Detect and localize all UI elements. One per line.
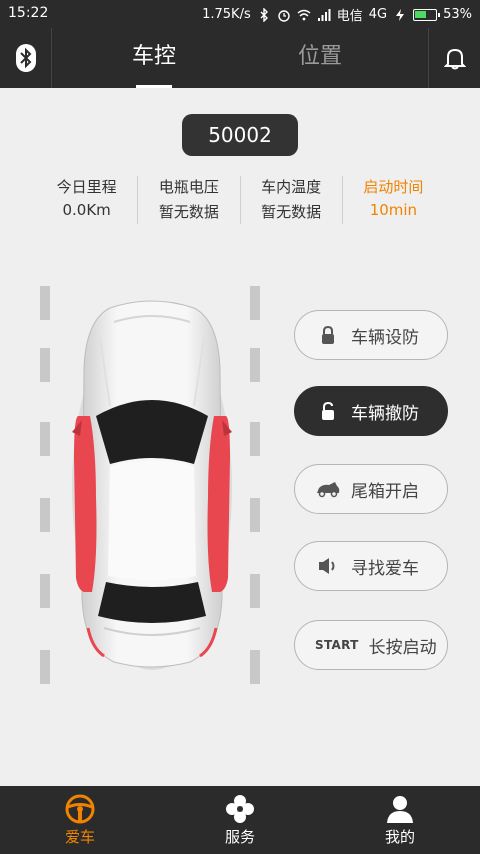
stat-start-time[interactable]: 启动时间 10min bbox=[343, 176, 444, 224]
horn-icon bbox=[315, 555, 341, 577]
bell-icon bbox=[443, 48, 466, 70]
stat-label: 车内温度 bbox=[261, 178, 322, 196]
stat-mileage: 今日里程 0.0Km bbox=[36, 176, 139, 224]
stat-label: 今日里程 bbox=[56, 178, 117, 196]
arm-vehicle-button[interactable]: 车辆设防 bbox=[294, 310, 448, 360]
wifi-icon bbox=[297, 9, 311, 20]
status-time: 15:22 bbox=[8, 5, 49, 21]
services-icon bbox=[160, 792, 320, 826]
stat-label: 启动时间 bbox=[363, 178, 424, 196]
nav-item-my-car[interactable]: 爱车 bbox=[0, 786, 160, 854]
find-car-label: 寻找爱车 bbox=[351, 558, 419, 579]
charging-icon bbox=[396, 8, 405, 21]
nav-label: 我的 bbox=[384, 828, 415, 846]
open-trunk-label: 尾箱开启 bbox=[351, 481, 419, 502]
network-speed: 1.75K/s bbox=[202, 7, 251, 22]
status-right: 1.75K/s 电信 4G 53% bbox=[202, 5, 472, 24]
tab-vehicle-control[interactable]: 车控 bbox=[94, 28, 214, 88]
unlock-icon bbox=[315, 400, 341, 422]
stat-value: 0.0Km bbox=[62, 201, 111, 219]
remote-start-button[interactable]: START 长按启动 bbox=[294, 620, 448, 670]
nav-item-services[interactable]: 服务 bbox=[160, 786, 320, 854]
vehicle-plate[interactable]: 50002 bbox=[182, 114, 298, 156]
top-bar: 车控 位置 bbox=[0, 28, 480, 88]
carrier: 电信 bbox=[336, 9, 363, 24]
stat-cabin-temperature: 车内温度 暂无数据 bbox=[241, 176, 343, 224]
battery-icon bbox=[413, 8, 441, 21]
battery-level: 53% bbox=[443, 7, 472, 22]
stat-value: 暂无数据 bbox=[158, 203, 219, 221]
remote-start-label: 长按启动 bbox=[368, 637, 437, 658]
bluetooth-status-icon bbox=[260, 7, 268, 22]
start-tag: START bbox=[315, 638, 359, 652]
find-car-button[interactable]: 寻找爱车 bbox=[294, 541, 448, 591]
lane-marking-right bbox=[250, 286, 260, 706]
user-icon bbox=[320, 792, 480, 826]
bottom-nav: 爱车 服务 我的 bbox=[0, 786, 480, 854]
alarm-icon bbox=[278, 9, 290, 22]
car-trunk-icon bbox=[315, 478, 341, 500]
arm-vehicle-label: 车辆设防 bbox=[351, 327, 419, 348]
open-trunk-button[interactable]: 尾箱开启 bbox=[294, 464, 448, 514]
nav-label: 爱车 bbox=[64, 828, 95, 846]
network-type: 4G bbox=[368, 7, 388, 22]
vehicle-stats: 今日里程 0.0Km 电瓶电压 暂无数据 车内温度 暂无数据 启动时间 10mi… bbox=[36, 176, 444, 224]
stat-label: 电瓶电压 bbox=[158, 178, 219, 196]
lock-icon bbox=[315, 324, 341, 346]
lane-marking-left bbox=[40, 286, 50, 706]
notifications-button[interactable] bbox=[428, 28, 480, 88]
signal-icon bbox=[317, 8, 331, 21]
bluetooth-icon bbox=[15, 44, 36, 72]
stat-value: 10min bbox=[369, 201, 418, 219]
bluetooth-button[interactable] bbox=[0, 28, 52, 88]
tab-location[interactable]: 位置 bbox=[260, 28, 380, 88]
nav-item-profile[interactable]: 我的 bbox=[320, 786, 480, 854]
disarm-vehicle-button[interactable]: 车辆撤防 bbox=[294, 386, 448, 436]
stat-value: 暂无数据 bbox=[261, 203, 322, 221]
disarm-vehicle-label: 车辆撤防 bbox=[351, 403, 419, 424]
car-top-view[interactable] bbox=[70, 298, 234, 670]
stat-battery-voltage: 电瓶电压 暂无数据 bbox=[138, 176, 241, 224]
steering-wheel-icon bbox=[0, 792, 160, 826]
status-bar: 15:22 1.75K/s 电信 4G 53% bbox=[0, 0, 480, 28]
nav-label: 服务 bbox=[224, 828, 255, 846]
